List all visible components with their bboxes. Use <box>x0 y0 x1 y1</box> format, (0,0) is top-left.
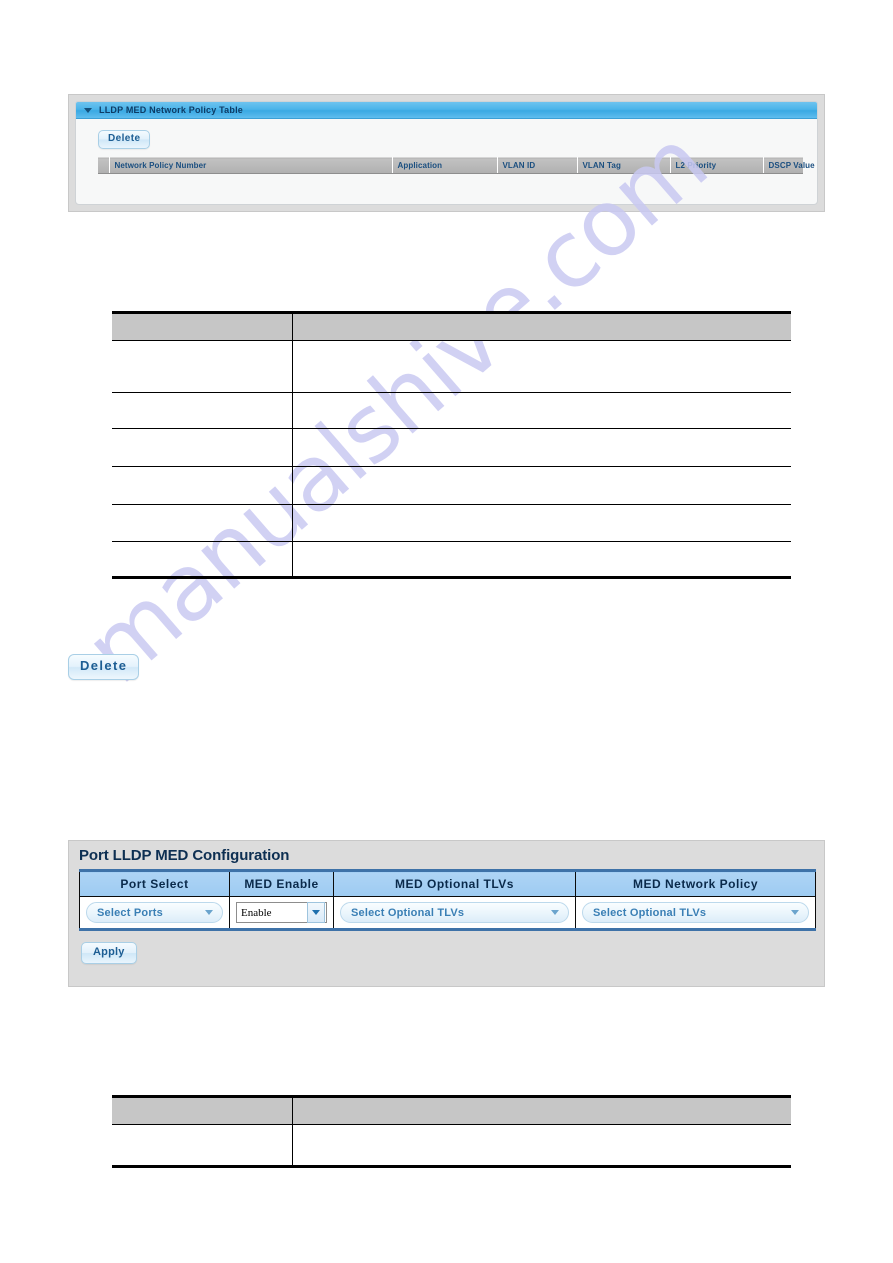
table-cell-description <box>292 466 791 505</box>
config-header-row: Port Select MED Enable MED Optional TLVs… <box>79 869 816 897</box>
config-input-row: Select Ports Enable Select Optional TLVs <box>79 896 816 931</box>
table-row <box>112 466 791 505</box>
column-header-network-policy-number[interactable]: Network Policy Number <box>109 157 393 174</box>
cell-med-optional-tlvs: Select Optional TLVs <box>333 896 576 931</box>
column-header-application[interactable]: Application <box>392 157 498 174</box>
table-header-object <box>112 311 293 341</box>
table-row <box>112 428 791 467</box>
med-optional-tlvs-value: Select Optional TLVs <box>351 906 465 919</box>
column-header-med-network-policy: MED Network Policy <box>575 869 816 897</box>
column-header-vlan-tag[interactable]: VLAN Tag <box>577 157 671 174</box>
table-cell-description <box>292 541 791 579</box>
table-cell-description <box>292 428 791 467</box>
table-cell-object <box>112 541 293 579</box>
chevron-down-icon[interactable] <box>791 910 799 915</box>
table-header-row <box>112 311 791 341</box>
med-enable-select[interactable]: Enable <box>236 902 327 923</box>
grid-checkbox-column <box>98 157 110 174</box>
table-header-row <box>112 1095 791 1125</box>
field-description-table-2 <box>112 1095 791 1168</box>
med-network-policy-dropdown[interactable]: Select Optional TLVs <box>582 902 809 923</box>
panel-inner: LLDP MED Network Policy Table Delete Net… <box>75 101 818 205</box>
column-header-dscp-value[interactable]: DSCP Value <box>763 157 815 174</box>
table-row <box>112 504 791 542</box>
table-cell-object <box>112 392 293 429</box>
column-header-l2-priority[interactable]: L2 Priority <box>670 157 764 174</box>
table-row <box>112 541 791 579</box>
med-enable-value: Enable <box>241 906 272 919</box>
chevron-down-icon[interactable] <box>307 902 325 923</box>
delete-button[interactable]: Delete <box>98 130 151 149</box>
table-header-object <box>112 1095 293 1125</box>
config-panel-title: Port LLDP MED Configuration <box>79 847 290 864</box>
column-header-med-enable: MED Enable <box>229 869 334 897</box>
port-select-value: Select Ports <box>97 906 163 919</box>
table-cell-object <box>112 340 293 393</box>
delete-button-figure: Delete <box>68 654 140 680</box>
port-select-dropdown[interactable]: Select Ports <box>86 902 223 923</box>
field-description-table-1 <box>112 311 791 579</box>
port-lldp-med-configuration-table: Port Select MED Enable MED Optional TLVs… <box>79 869 816 931</box>
table-row <box>112 392 791 429</box>
med-optional-tlvs-dropdown[interactable]: Select Optional TLVs <box>340 902 569 923</box>
table-cell-object <box>112 428 293 467</box>
panel-title: LLDP MED Network Policy Table <box>99 104 243 115</box>
cell-port-select: Select Ports <box>79 896 230 931</box>
table-cell-object <box>112 1124 293 1168</box>
delete-button[interactable]: Delete <box>68 654 140 680</box>
cell-med-network-policy: Select Optional TLVs <box>575 896 816 931</box>
table-cell-description <box>292 504 791 542</box>
column-header-vlan-id[interactable]: VLAN ID <box>497 157 578 174</box>
panel-body: Delete Network Policy Number Application <box>76 119 817 174</box>
table-cell-description <box>292 392 791 429</box>
table-header-description <box>292 1095 791 1125</box>
table-row <box>112 340 791 393</box>
config-actions: Apply <box>69 931 824 964</box>
chevron-down-icon[interactable] <box>551 910 559 915</box>
column-header-med-optional-tlvs: MED Optional TLVs <box>333 869 576 897</box>
chevron-down-icon[interactable] <box>205 910 213 915</box>
grid-header-row: Network Policy Number Application VLAN I… <box>98 157 815 174</box>
port-lldp-med-configuration-panel: Port LLDP MED Configuration Port Select … <box>68 840 825 987</box>
table-header-description <box>292 311 791 341</box>
med-network-policy-value: Select Optional TLVs <box>593 906 707 919</box>
panel-header[interactable]: LLDP MED Network Policy Table <box>76 102 817 119</box>
table-cell-description <box>292 1124 791 1168</box>
column-header-port-select: Port Select <box>79 869 230 897</box>
cell-med-enable: Enable <box>229 896 334 931</box>
lldp-med-network-policy-table-panel: LLDP MED Network Policy Table Delete Net… <box>68 94 825 212</box>
table-row <box>112 1124 791 1168</box>
caret-down-icon[interactable] <box>84 107 92 113</box>
table-cell-object <box>112 466 293 505</box>
network-policy-grid: Network Policy Number Application VLAN I… <box>98 157 815 174</box>
apply-button[interactable]: Apply <box>81 942 137 964</box>
table-cell-description <box>292 340 791 393</box>
table-cell-object <box>112 504 293 542</box>
